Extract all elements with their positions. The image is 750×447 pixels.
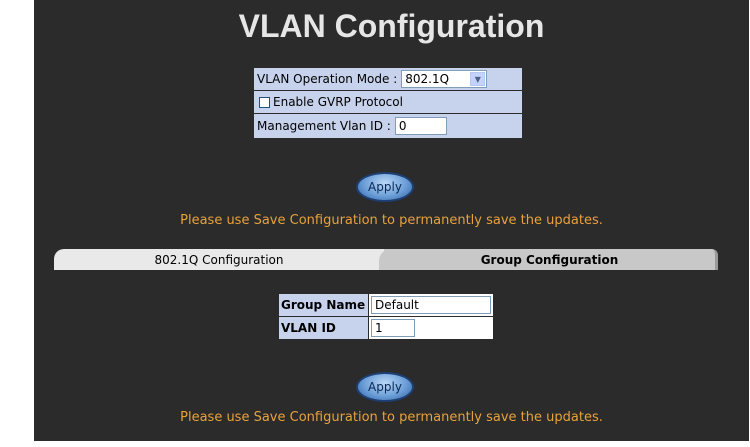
apply-button[interactable]: Apply (356, 172, 414, 202)
save-note-group: Please use Save Configuration to permane… (180, 410, 603, 425)
vlan-id-value: 1 (375, 321, 383, 335)
tab-8021q-configuration[interactable]: 802.1Q Configuration (54, 249, 384, 270)
config-tabs: 802.1Q Configuration Group Configuration (54, 249, 718, 270)
group-name-cell: Default (368, 293, 494, 317)
vlan-id-label: VLAN ID (278, 316, 369, 340)
vlan-id-cell: 1 (368, 316, 494, 340)
group-table: Group Name Default VLAN ID 1 (278, 293, 494, 340)
vlan-config-panel: VLAN Configuration VLAN Operation Mode :… (34, 0, 749, 441)
save-note: Please use Save Configuration to permane… (180, 213, 603, 228)
gvrp-row: Enable GVRP Protocol (254, 91, 522, 114)
group-name-row: Group Name Default (278, 293, 494, 317)
vlan-id-input[interactable]: 1 (371, 319, 415, 337)
vlan-id-row: VLAN ID 1 (278, 316, 494, 340)
mgmt-vlan-label: Management Vlan ID : (257, 119, 391, 133)
gvrp-checkbox[interactable] (259, 96, 270, 108)
operation-mode-select[interactable]: 802.1Q ▼ (401, 70, 488, 88)
operation-mode-value: 802.1Q (405, 72, 450, 86)
page-title: VLAN Configuration (238, 8, 545, 44)
operation-mode-label: VLAN Operation Mode : (257, 72, 398, 86)
gvrp-label[interactable]: Enable GVRP Protocol (273, 95, 403, 109)
mgmt-vlan-value: 0 (398, 119, 407, 133)
tab-group-configuration[interactable]: Group Configuration (384, 249, 718, 270)
operation-mode-row: VLAN Operation Mode : 802.1Q ▼ (254, 68, 522, 91)
group-name-label: Group Name (278, 293, 369, 317)
group-name-value: Default (375, 298, 419, 312)
mgmt-vlan-row: Management Vlan ID : 0 (254, 114, 522, 138)
mgmt-vlan-input[interactable]: 0 (394, 117, 447, 135)
apply-button-group[interactable]: Apply (356, 372, 414, 402)
chevron-down-icon[interactable]: ▼ (470, 72, 486, 86)
vlan-mode-table: VLAN Operation Mode : 802.1Q ▼ Enable GV… (253, 67, 523, 139)
group-name-input[interactable]: Default (371, 296, 491, 314)
